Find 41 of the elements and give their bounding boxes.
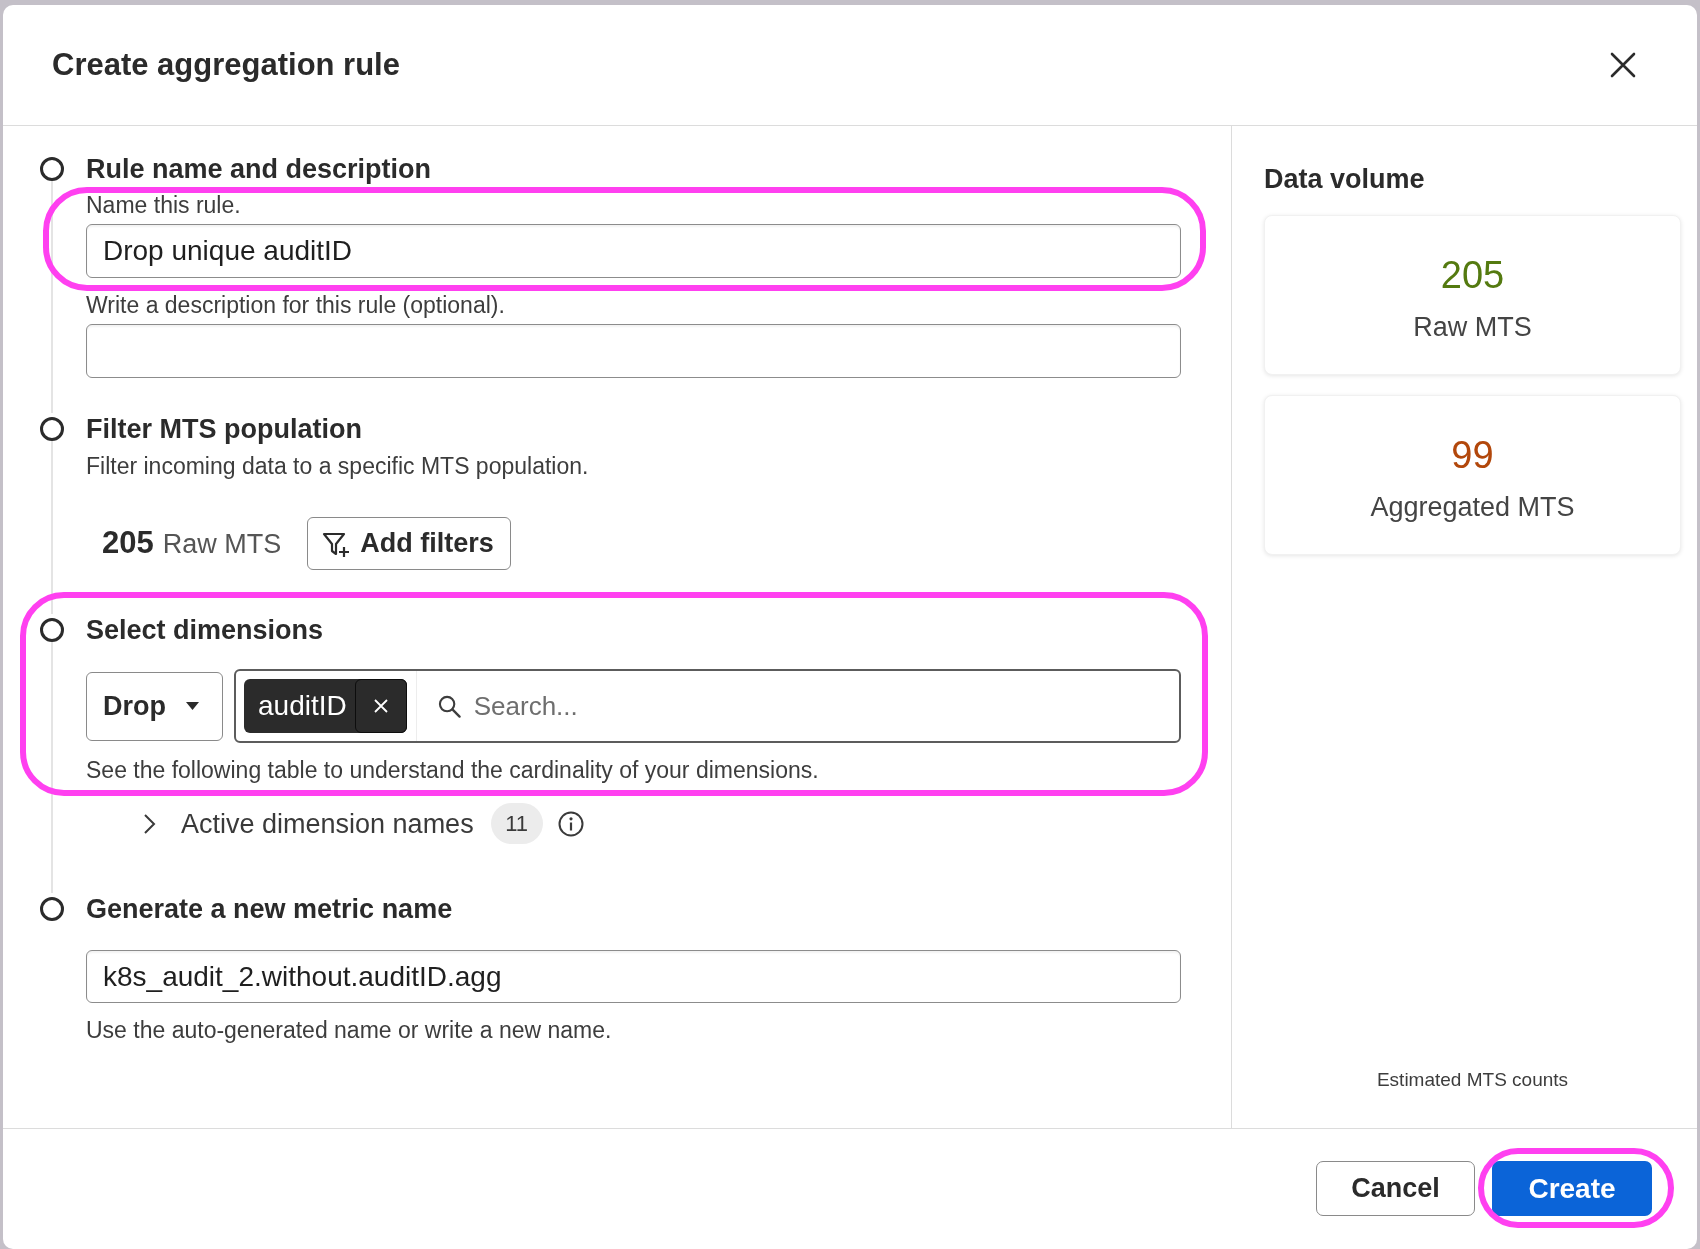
stat-value: 99 [1451, 433, 1494, 477]
step-circle-icon [40, 417, 64, 441]
step-title: Filter MTS population [86, 413, 363, 445]
cancel-button[interactable]: Cancel [1316, 1161, 1475, 1216]
count-badge: 11 [490, 803, 543, 844]
help-text: See the following table to understand the cardinality of your dimensions. [86, 756, 820, 784]
step-circle-icon [40, 897, 64, 921]
field-label: Write a description for this rule (optional). [86, 291, 506, 319]
add-filters-button[interactable]: Add filters [307, 517, 511, 570]
expander-toggle[interactable]: Active dimension names [144, 806, 474, 841]
count-value: 205 [102, 524, 154, 563]
panel-title: Data volume [1264, 163, 1426, 195]
step-circle-icon [40, 618, 64, 642]
dimension-select[interactable]: auditID Search... [234, 669, 1181, 743]
count-label: Raw MTS [162, 528, 282, 562]
search-input[interactable]: Search... [473, 686, 1179, 726]
stat-value: 205 [1440, 253, 1505, 297]
mode-dropdown[interactable]: Drop [86, 671, 223, 741]
close-icon [373, 699, 388, 713]
text-input[interactable]: Drop unique auditID [86, 224, 1181, 278]
info-icon [557, 810, 584, 837]
caret-down-icon [186, 702, 199, 710]
tag-label: auditID [257, 689, 348, 723]
close-icon [1610, 52, 1636, 78]
stat-label: Raw MTS [1413, 311, 1532, 343]
text-input[interactable] [86, 324, 1181, 378]
step-description: Filter incoming data to a specific MTS population. [86, 452, 590, 480]
dialog-title: Create aggregation rule [52, 46, 400, 84]
step-title: Rule name and description [86, 153, 433, 185]
remove-tag-button[interactable] [354, 679, 407, 733]
step-title: Generate a new metric name [86, 893, 454, 925]
create-button[interactable]: Create [1492, 1161, 1652, 1216]
field-label: Name this rule. [86, 191, 242, 219]
close-button[interactable] [1608, 50, 1638, 80]
footnote: Estimated MTS counts [1375, 1068, 1570, 1092]
step-circle-icon [40, 157, 64, 181]
step-title: Select dimensions [86, 614, 325, 646]
help-text: Use the auto-generated name or write a new name. [86, 1016, 613, 1044]
search-icon [437, 694, 461, 718]
stat-label: Aggregated MTS [1370, 491, 1575, 523]
text-input[interactable]: k8s_audit_2.without.auditID.agg [86, 950, 1181, 1003]
